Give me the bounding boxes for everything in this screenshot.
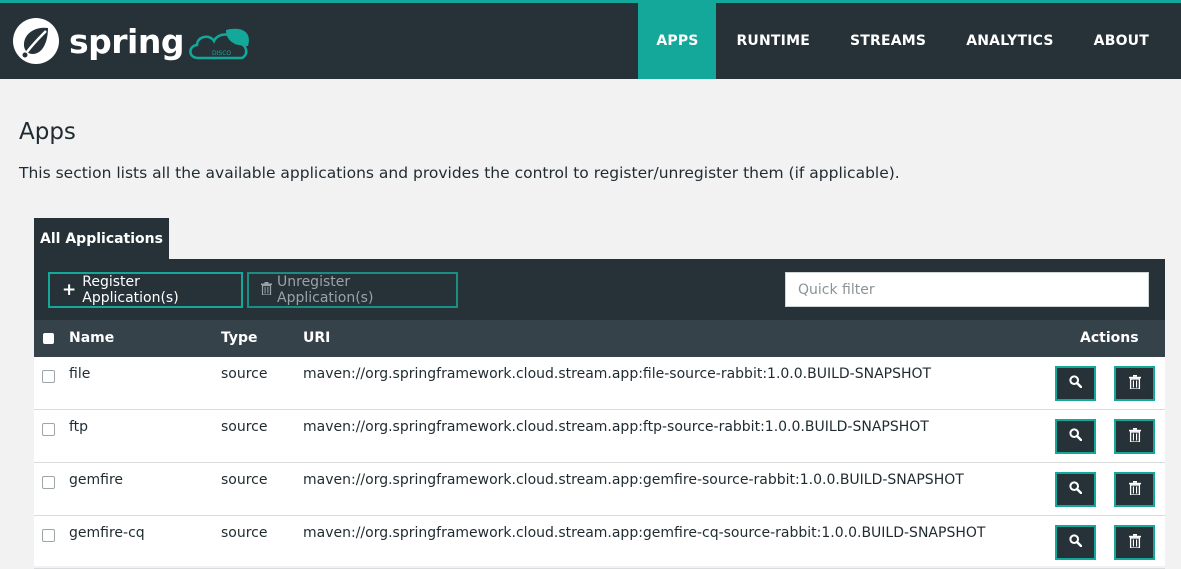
view-details-button[interactable]: [1055, 366, 1096, 401]
main-nav: APPS RUNTIME STREAMS ANALYTICS ABOUT: [638, 3, 1181, 79]
nav-runtime[interactable]: RUNTIME: [716, 3, 830, 79]
tab-all-applications[interactable]: All Applications: [34, 218, 169, 259]
search-icon: [1069, 428, 1083, 445]
page-description: This section lists all the available app…: [19, 164, 900, 182]
app-uri: maven://org.springframework.cloud.stream…: [303, 419, 929, 435]
row-checkbox[interactable]: [42, 476, 55, 489]
page-title: Apps: [19, 119, 76, 145]
app-name: gemfire: [69, 472, 124, 488]
spring-leaf-icon: [13, 18, 59, 64]
register-application-button[interactable]: + Register Application(s): [48, 272, 243, 308]
view-details-button[interactable]: [1055, 525, 1096, 560]
trash-icon: [261, 281, 272, 299]
search-icon: [1069, 481, 1083, 498]
table-row: gemfire-cq source maven://org.springframew…: [34, 516, 1165, 569]
trash-icon: [1128, 533, 1141, 552]
plus-icon: +: [62, 280, 77, 300]
view-details-button[interactable]: [1055, 472, 1096, 507]
spring-logo[interactable]: spring DISCO: [13, 13, 256, 69]
cloud-badge-icon: DISCO: [189, 28, 249, 60]
brand-name: spring: [69, 21, 184, 61]
row-checkbox[interactable]: [42, 423, 55, 436]
app-uri: maven://org.springframework.cloud.stream…: [303, 525, 986, 541]
unregister-app-button[interactable]: [1114, 366, 1155, 401]
trash-icon: [1128, 374, 1141, 393]
row-checkbox[interactable]: [42, 370, 55, 383]
app-type: source: [221, 525, 268, 541]
quick-filter-input[interactable]: [785, 272, 1149, 307]
table-row: ftp source maven://org.springframework.clo…: [34, 410, 1165, 463]
view-details-button[interactable]: [1055, 419, 1096, 454]
trash-icon: [1128, 427, 1141, 446]
app-type: source: [221, 472, 268, 488]
unregister-app-button[interactable]: [1114, 419, 1155, 454]
top-navbar: spring DISCO APPS RUNTIME STREAMS ANALYT…: [0, 0, 1181, 79]
unregister-app-button[interactable]: [1114, 472, 1155, 507]
app-type: source: [221, 419, 268, 435]
nav-analytics[interactable]: ANALYTICS: [946, 3, 1073, 79]
table-toolbar: + Register Application(s) Unregister App…: [34, 259, 1165, 320]
nav-about[interactable]: ABOUT: [1074, 3, 1181, 79]
unregister-app-button[interactable]: [1114, 525, 1155, 560]
app-name: file: [69, 366, 91, 382]
register-button-label: Register Application(s): [82, 274, 179, 306]
table-row: gemfire source maven://org.springframework…: [34, 463, 1165, 516]
app-uri: maven://org.springframework.cloud.stream…: [303, 472, 964, 488]
applications-panel: + Register Application(s) Unregister App…: [34, 259, 1165, 569]
nav-apps[interactable]: APPS: [638, 3, 717, 79]
app-name: gemfire-cq: [69, 525, 145, 541]
app-name: ftp: [69, 419, 89, 435]
unregister-button-label: Unregister Application(s): [277, 274, 374, 306]
table-header: Name Type URI Actions: [34, 320, 1165, 357]
row-checkbox[interactable]: [42, 529, 55, 542]
trash-icon: [1128, 480, 1141, 499]
column-header-actions: Actions: [1080, 330, 1139, 346]
nav-streams[interactable]: STREAMS: [830, 3, 946, 79]
app-uri: maven://org.springframework.cloud.stream…: [303, 366, 932, 382]
select-all-checkbox[interactable]: [43, 333, 54, 344]
search-icon: [1069, 534, 1083, 551]
column-header-name[interactable]: Name: [69, 330, 114, 346]
column-header-type[interactable]: Type: [221, 330, 258, 346]
unregister-application-button[interactable]: Unregister Application(s): [247, 272, 458, 308]
brand-badge-text: DISCO: [212, 50, 231, 57]
app-type: source: [221, 366, 268, 382]
table-row: file source maven://org.springframework.cl…: [34, 357, 1165, 410]
search-icon: [1069, 375, 1083, 392]
column-header-uri[interactable]: URI: [303, 330, 330, 346]
